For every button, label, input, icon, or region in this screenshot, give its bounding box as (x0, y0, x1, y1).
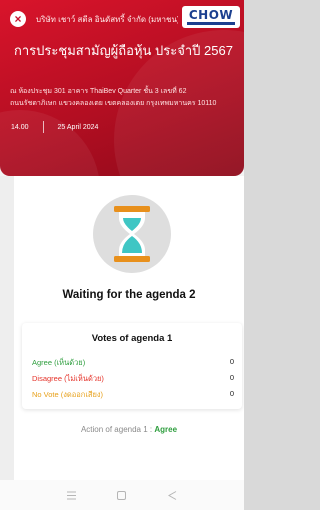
back-icon[interactable] (168, 490, 178, 500)
venue-line-2: ถนนรัชดาภิเษก แขวงคลองเตย เขตคลองเตย กรุ… (10, 100, 217, 107)
votes-card: Votes of agenda 1 Agree (เห็นด้วย) 0 Dis… (22, 323, 242, 409)
company-name: บริษัท เชาว์ สตีล อินดัสทรี้ จำกัด (มหาช… (36, 15, 178, 24)
company-logo: CHOW (182, 6, 240, 28)
hourglass-icon (114, 206, 150, 262)
close-icon[interactable]: × (10, 11, 26, 27)
vote-count-disagree: 0 (229, 373, 234, 382)
datetime-divider (42, 121, 44, 133)
vote-row-disagree: Disagree (ไม่เห็นด้วย) 0 (32, 373, 234, 385)
waiting-message: Waiting for the agenda 2 (62, 289, 196, 301)
vote-label-no-vote: No Vote (งดออกเสียง) (32, 390, 104, 399)
left-strip (0, 176, 14, 510)
meeting-title: การประชุมสามัญผู้ถือหุ้น ประจำปี 2567 (14, 43, 233, 58)
meeting-time: 14.00 (11, 123, 29, 131)
action-summary: Action of agenda 1 : Agree (14, 425, 244, 434)
home-icon[interactable] (117, 490, 127, 500)
vote-label-disagree: Disagree (ไม่เห็นด้วย) (32, 374, 104, 383)
action-value: Agree (154, 425, 178, 434)
meeting-app: × บริษัท เชาว์ สตีล อินดัสทรี้ จำกัด (มห… (0, 0, 244, 510)
meeting-date: 25 April 2024 (57, 123, 99, 131)
logo-underline (187, 22, 235, 25)
meeting-venue: ณ ห้องประชุม 301 อาคาร ThaiBev Quarter ช… (10, 86, 242, 110)
meeting-datetime: 14.00 25 April 2024 (11, 121, 98, 133)
venue-line-1: ณ ห้องประชุม 301 อาคาร ThaiBev Quarter ช… (10, 88, 187, 95)
system-nav-bar (0, 480, 244, 510)
action-prefix: Action of agenda 1 : (80, 425, 153, 434)
hourglass-badge (93, 195, 171, 273)
vote-count-no-vote: 0 (229, 389, 234, 398)
votes-title: Votes of agenda 1 (91, 333, 173, 344)
meeting-header: × บริษัท เชาว์ สตีล อินดัสทรี้ จำกัด (มห… (0, 0, 244, 176)
menu-icon[interactable] (66, 490, 76, 500)
vote-label-agree: Agree (เห็นด้วย) (32, 358, 86, 367)
logo-text: CHOW (188, 8, 234, 22)
vote-count-agree: 0 (229, 357, 234, 366)
vote-row-agree: Agree (เห็นด้วย) 0 (32, 357, 234, 369)
vote-row-no-vote: No Vote (งดออกเสียง) 0 (32, 389, 234, 401)
